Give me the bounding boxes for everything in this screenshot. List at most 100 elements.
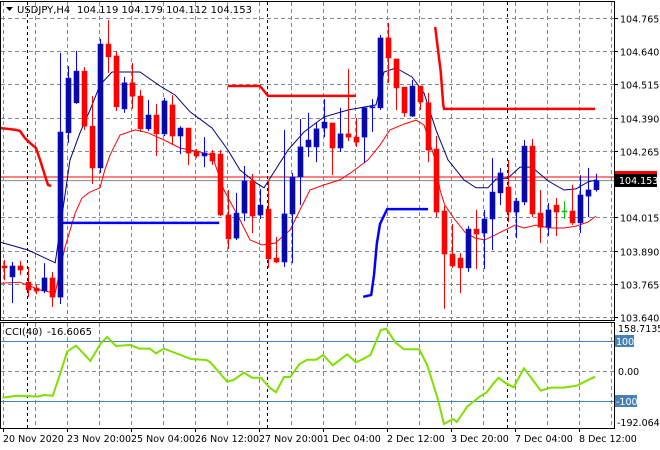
cci-value: -16.6065 — [47, 327, 92, 338]
bullish-candle-body — [57, 131, 64, 298]
candle — [225, 189, 232, 249]
price-tick-label: 104.390 — [620, 115, 659, 126]
time-tick-label: 25 Nov 04:00 — [131, 434, 195, 445]
candle — [305, 112, 312, 158]
bearish-candle-body — [25, 281, 32, 291]
bearish-candle-body — [137, 95, 144, 130]
candle — [297, 119, 304, 206]
candle — [449, 223, 456, 268]
time-tick-label: 8 Dec 12:00 — [579, 434, 637, 445]
candle — [417, 85, 424, 110]
candle — [377, 35, 384, 110]
cci-min-label: -192.0645 — [617, 418, 660, 429]
candle — [145, 99, 152, 131]
time-tick-label: 2 Dec 12:00 — [387, 434, 445, 445]
candle — [289, 172, 296, 264]
candle — [257, 188, 264, 219]
candle — [585, 167, 592, 218]
bullish-candle-body — [297, 146, 304, 178]
bullish-candle-body — [337, 133, 344, 149]
bullish-candle-body — [465, 228, 472, 269]
bullish-candle-body — [361, 107, 368, 138]
cci-panel-border — [0, 322, 615, 429]
candle — [73, 50, 80, 104]
candle — [313, 122, 320, 163]
bullish-candle-body — [313, 128, 320, 148]
bullish-candle-body — [257, 204, 264, 216]
bearish-candle-body — [449, 253, 456, 267]
candle — [169, 95, 176, 146]
candle — [529, 138, 536, 218]
ohlc-readout: 104.119 104.179 104.112 104.153 — [77, 5, 252, 16]
candles — [1, 20, 600, 309]
candle — [385, 23, 392, 83]
bearish-candle-body — [169, 104, 176, 137]
price-tick-label: 104.515 — [620, 81, 659, 92]
bearish-candle-body — [105, 43, 112, 58]
candle — [353, 117, 360, 147]
candle — [505, 159, 512, 223]
cci-line — [2, 327, 596, 426]
candle — [1, 259, 8, 281]
candle — [545, 202, 552, 236]
price-chart[interactable]: USDJPY,H4 104.119 104.179 104.112 104.15… — [0, 0, 660, 450]
candle — [129, 62, 136, 109]
candle — [97, 38, 104, 173]
bearish-candle-body — [529, 145, 536, 215]
bullish-candle-body — [9, 265, 16, 278]
candle — [393, 58, 400, 110]
candle — [201, 137, 208, 168]
cci-zero-label: 0.00 — [618, 367, 639, 378]
candle — [17, 260, 24, 276]
bullish-candle-body — [585, 189, 592, 197]
bearish-candle-body — [273, 257, 280, 263]
candle — [33, 285, 40, 295]
bullish-candle-body — [321, 121, 328, 129]
candle — [553, 197, 560, 236]
candle — [137, 90, 144, 133]
bearish-candle-body — [249, 180, 256, 217]
bearish-candle-body — [1, 265, 8, 269]
bullish-candle-body — [145, 114, 152, 130]
bullish-candle-body — [161, 100, 168, 135]
cci-title: CCI(40) — [5, 327, 43, 338]
symbol-label: USDJPY,H4 — [17, 5, 70, 16]
candle — [81, 67, 88, 130]
bearish-candle-body — [553, 204, 560, 213]
time-tick-label: 20 Nov 2020 — [3, 434, 64, 445]
candle — [113, 50, 120, 112]
bullish-candle-body — [289, 176, 296, 215]
candle — [569, 184, 576, 226]
bullish-candle-body — [41, 277, 48, 292]
bullish-candle-body — [481, 218, 488, 234]
candle — [185, 127, 192, 165]
bearish-candle-body — [225, 214, 232, 240]
bearish-candle-body — [129, 82, 136, 97]
bearish-candle-body — [537, 212, 544, 228]
time-axis: 20 Nov 2020 23 Nov 20:00 25 Nov 04:00 26 No… — [3, 428, 637, 445]
bearish-candle-body — [433, 148, 440, 213]
bearish-candle-body — [153, 114, 160, 135]
candle — [521, 140, 528, 206]
candle — [281, 129, 288, 268]
price-axis: 104.765 104.640 104.515 104.390 104.265 104.0… — [614, 15, 659, 325]
time-tick-label: 23 Nov 20:00 — [67, 434, 131, 445]
price-tick-label: 104.765 — [620, 15, 659, 26]
bearish-candle-body — [33, 287, 40, 292]
bearish-candle-body — [193, 150, 200, 157]
bullish-candle-body — [369, 106, 376, 109]
bearish-candle-body — [505, 186, 512, 213]
bearish-candle-body — [209, 152, 216, 162]
candle — [121, 77, 128, 113]
bearish-candle-body — [569, 210, 576, 224]
collapse-triangle-icon[interactable] — [6, 7, 13, 11]
bearish-candle-body — [329, 122, 336, 149]
bullish-candle-body — [281, 213, 288, 263]
bullish-candle-body — [121, 82, 128, 110]
time-tick-label: 3 Dec 20:00 — [451, 434, 509, 445]
candle — [41, 263, 48, 294]
bearish-candle-body — [17, 265, 24, 271]
candle — [241, 166, 248, 222]
price-tick-label: 104.015 — [620, 214, 659, 225]
bearish-candle-body — [473, 228, 480, 235]
